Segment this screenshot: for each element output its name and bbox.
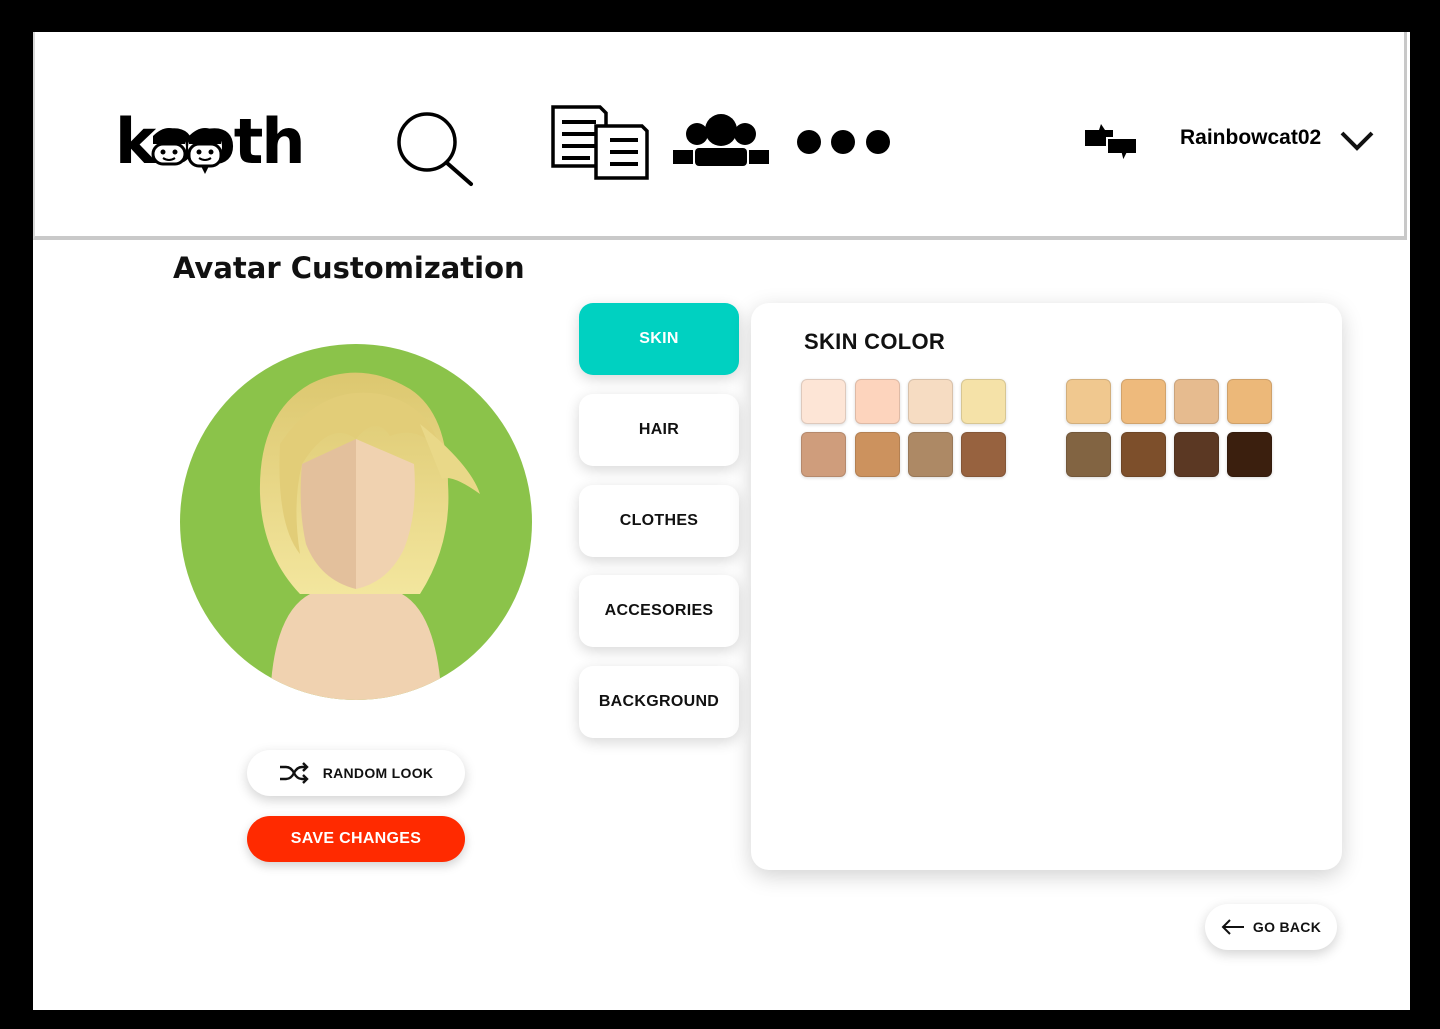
page-title: Avatar Customization bbox=[173, 251, 525, 285]
skin-swatch[interactable] bbox=[855, 432, 900, 477]
random-look-button[interactable]: RANDOM LOOK bbox=[247, 750, 465, 796]
skin-swatch[interactable] bbox=[801, 379, 846, 424]
skin-swatch[interactable] bbox=[908, 379, 953, 424]
logo-faces-icon bbox=[151, 128, 223, 174]
skin-swatch[interactable] bbox=[1066, 379, 1111, 424]
community-icon[interactable] bbox=[673, 110, 769, 170]
skin-swatch[interactable] bbox=[961, 432, 1006, 477]
username-label[interactable]: Rainbowcat02 bbox=[1180, 126, 1321, 150]
arrow-left-icon bbox=[1221, 919, 1244, 935]
kooth-logo[interactable]: kooth bbox=[115, 105, 306, 178]
tab-clothes[interactable]: CLOTHES bbox=[579, 485, 739, 557]
tab-skin[interactable]: SKIN bbox=[579, 303, 739, 375]
skin-swatch[interactable] bbox=[961, 379, 1006, 424]
top-navigation-bar: kooth bbox=[33, 32, 1407, 240]
articles-icon[interactable] bbox=[550, 104, 650, 180]
skin-swatch[interactable] bbox=[1066, 432, 1111, 477]
go-back-button[interactable]: GO BACK bbox=[1205, 904, 1337, 950]
skin-swatch[interactable] bbox=[1121, 379, 1166, 424]
search-icon[interactable] bbox=[393, 112, 477, 188]
save-changes-button[interactable]: SAVE CHANGES bbox=[247, 816, 465, 862]
more-icon[interactable] bbox=[795, 128, 895, 156]
skin-swatch[interactable] bbox=[1227, 379, 1272, 424]
random-look-label: RANDOM LOOK bbox=[322, 765, 434, 781]
tab-background[interactable]: BACKGROUND bbox=[579, 666, 739, 738]
tab-hair[interactable]: HAIR bbox=[579, 394, 739, 466]
skin-swatch[interactable] bbox=[908, 432, 953, 477]
go-back-label: GO BACK bbox=[1252, 919, 1322, 935]
skin-swatch[interactable] bbox=[1227, 432, 1272, 477]
skin-swatch[interactable] bbox=[1174, 432, 1219, 477]
skin-swatch[interactable] bbox=[1174, 379, 1219, 424]
skin-swatch[interactable] bbox=[1121, 432, 1166, 477]
avatar-preview bbox=[180, 344, 532, 700]
panel-title: SKIN COLOR bbox=[804, 329, 946, 354]
skin-swatch[interactable] bbox=[855, 379, 900, 424]
skin-swatch[interactable] bbox=[801, 432, 846, 477]
tab-accesories[interactable]: ACCESORIES bbox=[579, 575, 739, 647]
chevron-down-icon[interactable] bbox=[1339, 128, 1375, 152]
skin-color-panel: SKIN COLOR bbox=[751, 303, 1342, 870]
app-window: kooth bbox=[33, 32, 1410, 1010]
shuffle-icon bbox=[279, 762, 309, 784]
messages-icon[interactable] bbox=[1083, 122, 1139, 164]
